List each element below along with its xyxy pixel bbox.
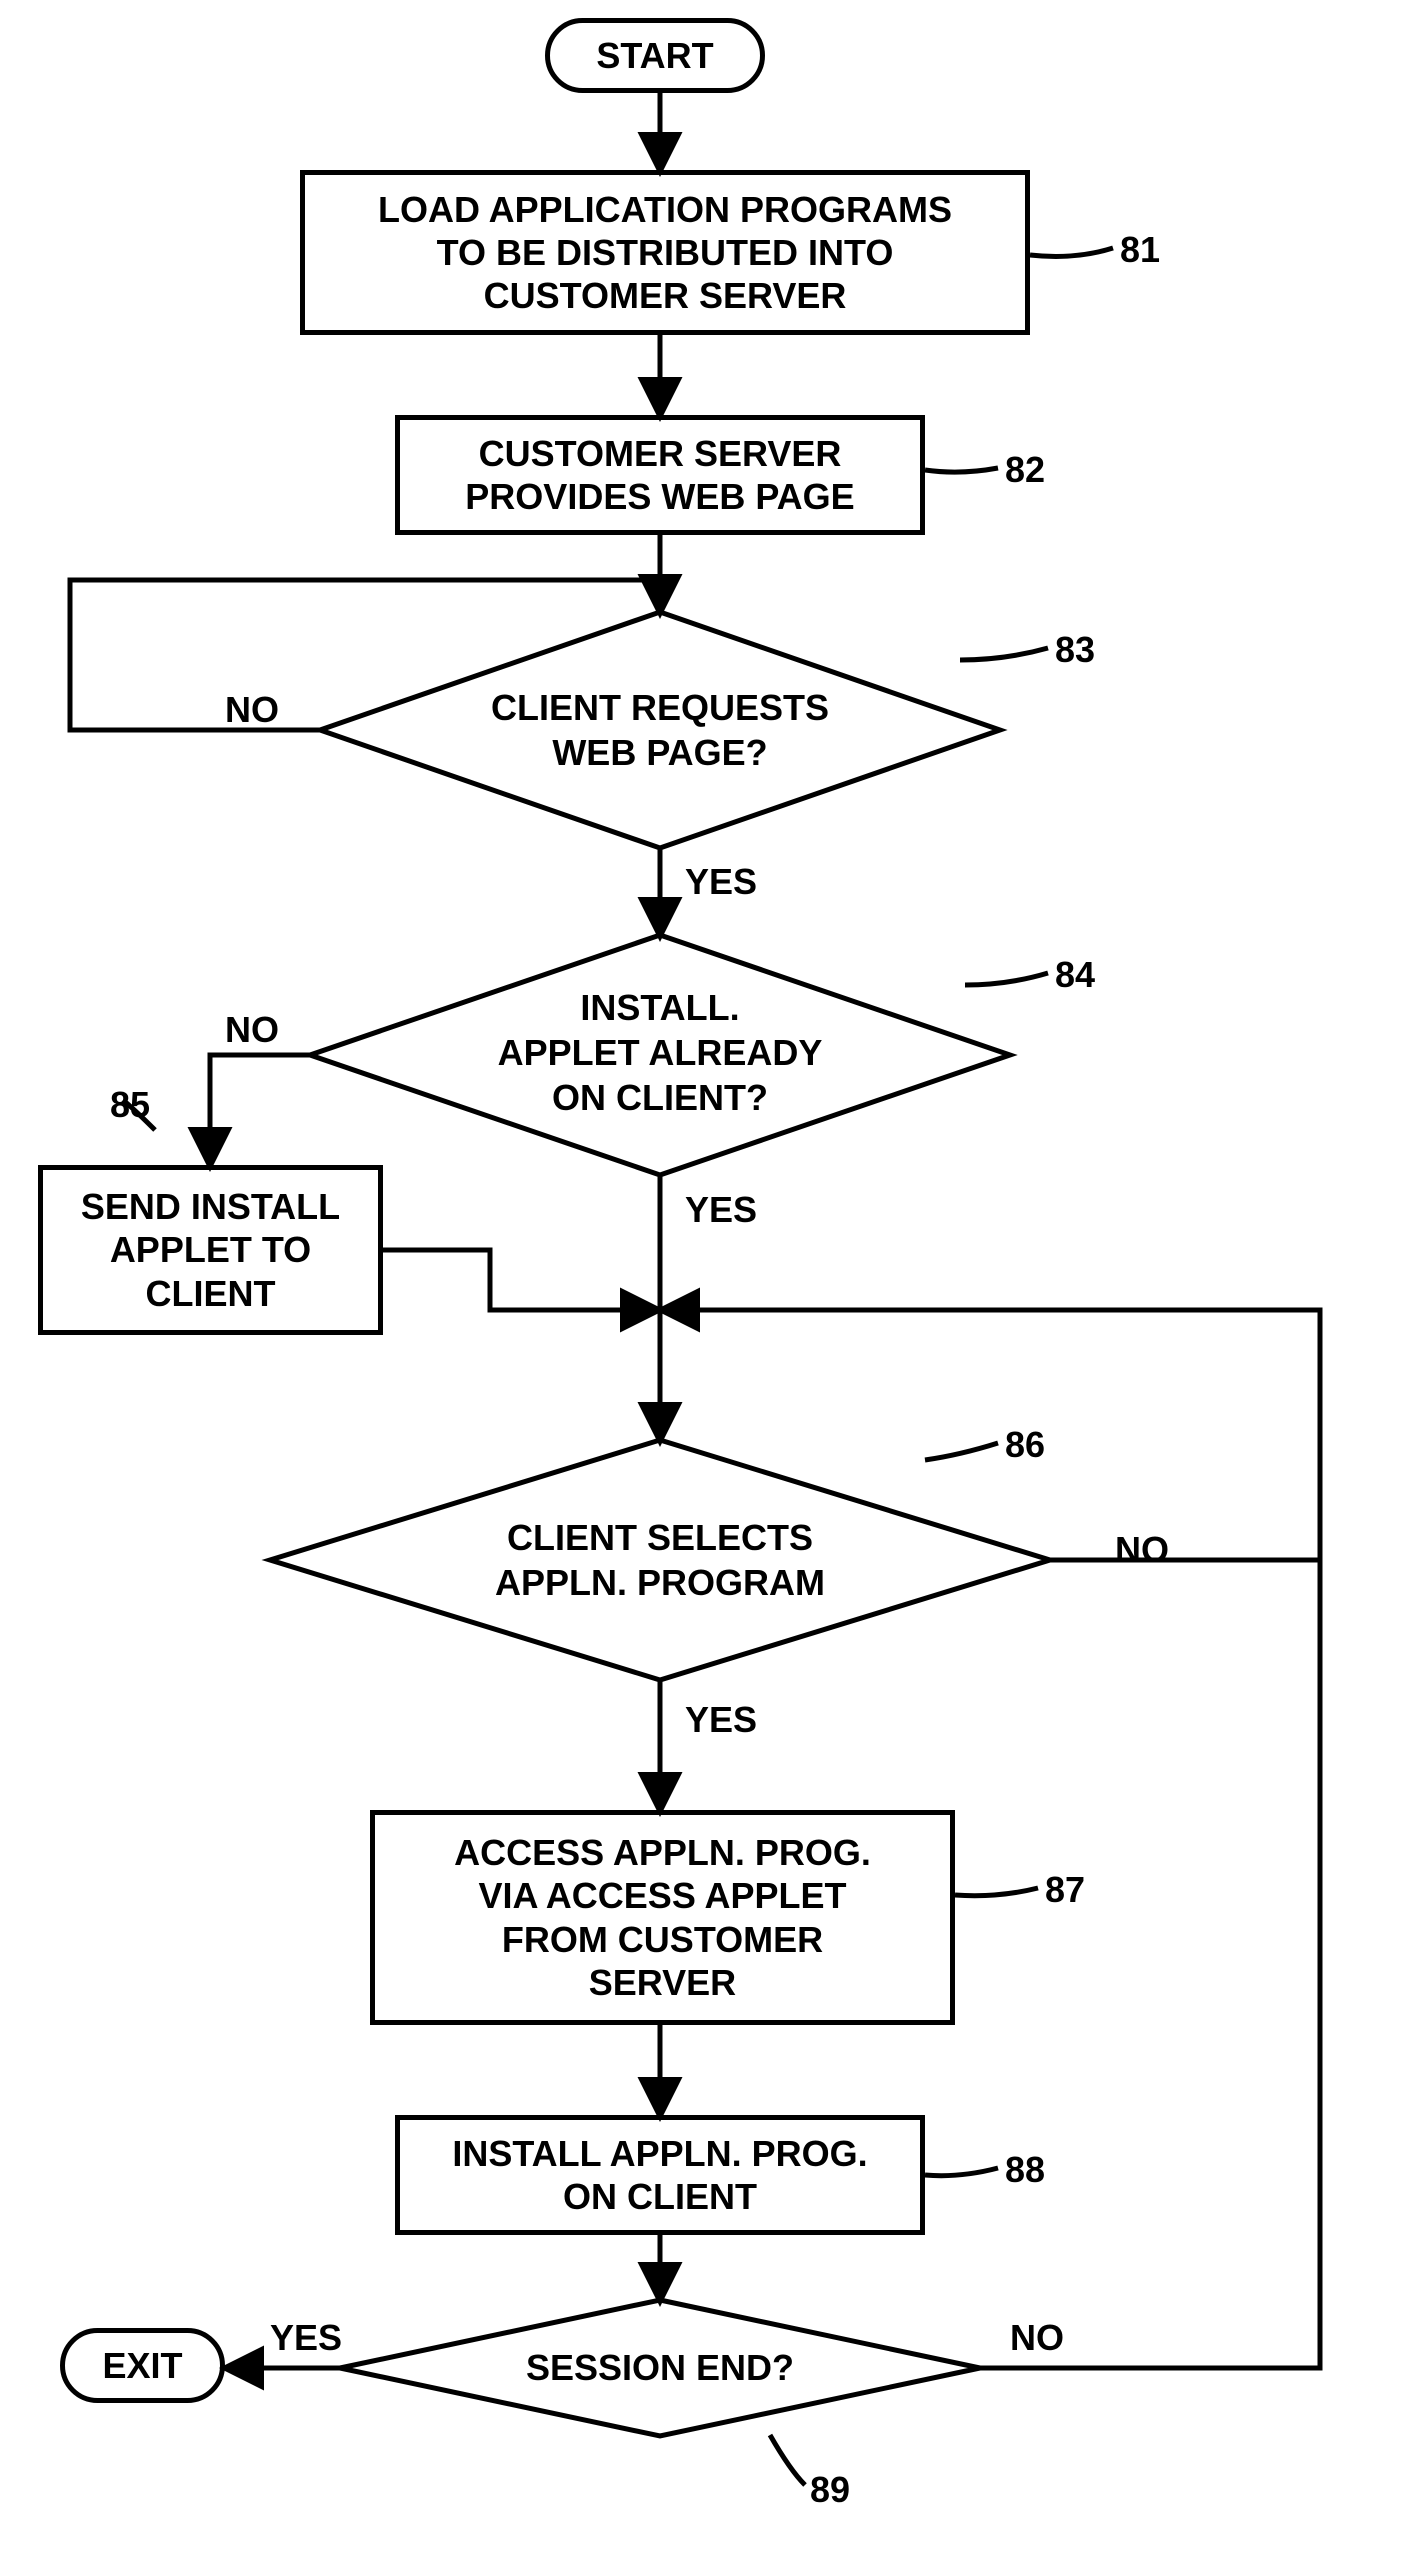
- node-86-diamond: CLIENT SELECTS APPLN. PROGRAM: [270, 1440, 1050, 1680]
- node-81-load-programs: LOAD APPLICATION PROGRAMS TO BE DISTRIBU…: [300, 170, 1030, 335]
- node-88-install-appln-prog: INSTALL APPLN. PROG. ON CLIENT: [395, 2115, 925, 2235]
- node-82-provides-web-page: CUSTOMER SERVER PROVIDES WEB PAGE: [395, 415, 925, 535]
- label-no-84: NO: [225, 1010, 279, 1050]
- exit-node: EXIT: [60, 2328, 225, 2403]
- svg-text:SESSION END?: SESSION END?: [526, 2347, 794, 2388]
- label-no-83: NO: [225, 690, 279, 730]
- svg-text:ON CLIENT?: ON CLIENT?: [552, 1077, 768, 1118]
- node-83-diamond: CLIENT REQUESTS WEB PAGE?: [320, 612, 1000, 848]
- start-node: START: [545, 18, 765, 93]
- label-yes-86: YES: [685, 1700, 757, 1740]
- svg-text:CLIENT REQUESTS: CLIENT REQUESTS: [491, 687, 829, 728]
- svg-text:APPLET ALREADY: APPLET ALREADY: [498, 1032, 823, 1073]
- svg-text:INSTALL.: INSTALL.: [580, 987, 739, 1028]
- svg-text:WEB PAGE?: WEB PAGE?: [552, 732, 767, 773]
- flowchart-canvas: START LOAD APPLICATION PROGRAMS TO BE DI…: [0, 0, 1404, 2571]
- ref-82: 82: [1005, 450, 1045, 490]
- svg-text:CLIENT SELECTS: CLIENT SELECTS: [507, 1517, 813, 1558]
- ref-89: 89: [810, 2470, 850, 2510]
- label-yes-89: YES: [270, 2318, 342, 2358]
- ref-86: 86: [1005, 1425, 1045, 1465]
- ref-88: 88: [1005, 2150, 1045, 2190]
- ref-85: 85: [110, 1085, 150, 1125]
- label-no-86: NO: [1115, 1530, 1169, 1570]
- label-no-89: NO: [1010, 2318, 1064, 2358]
- label-yes-84: YES: [685, 1190, 757, 1230]
- node-89-diamond: SESSION END?: [340, 2300, 980, 2436]
- ref-81: 81: [1120, 230, 1160, 270]
- node-84-diamond: INSTALL. APPLET ALREADY ON CLIENT?: [310, 935, 1010, 1175]
- node-87-access-appln-prog: ACCESS APPLN. PROG. VIA ACCESS APPLET FR…: [370, 1810, 955, 2025]
- ref-87: 87: [1045, 1870, 1085, 1910]
- ref-83: 83: [1055, 630, 1095, 670]
- label-yes-83: YES: [685, 862, 757, 902]
- node-85-send-install-applet: SEND INSTALL APPLET TO CLIENT: [38, 1165, 383, 1335]
- svg-text:APPLN. PROGRAM: APPLN. PROGRAM: [495, 1562, 825, 1603]
- ref-84: 84: [1055, 955, 1095, 995]
